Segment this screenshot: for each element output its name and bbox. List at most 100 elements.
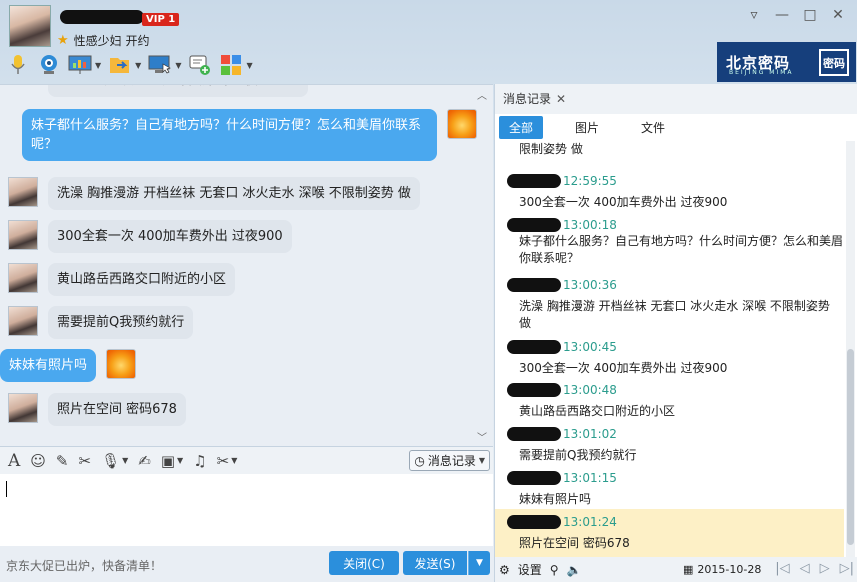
message-input[interactable] xyxy=(0,474,493,546)
magic-wand-icon[interactable]: ✎ xyxy=(56,452,69,470)
chevron-down-icon[interactable]: ▼ xyxy=(175,61,181,70)
self-avatar[interactable] xyxy=(106,349,137,379)
message-other: 照片在空间 密码678 xyxy=(8,393,186,426)
first-page-icon[interactable]: |◁ xyxy=(775,561,789,576)
chevron-down-icon: ▼ xyxy=(478,456,485,465)
message-history-button[interactable]: ◷ 消息记录 ▼ xyxy=(409,450,490,471)
edit-icon[interactable]: ✍ xyxy=(138,452,151,470)
text-cursor xyxy=(6,481,7,497)
font-icon[interactable]: A xyxy=(8,451,20,471)
contact-avatar-small[interactable] xyxy=(8,306,38,336)
message-bubble: 黄山路岳西路交口附近的小区 xyxy=(48,263,236,296)
chevron-down-icon[interactable]: ▼ xyxy=(246,61,252,70)
history-item: 13:00:45 300全套一次 400加车费外出 过夜900 xyxy=(495,338,844,377)
history-item: 13:00:18 妹子都什么服务？自己有地方吗？什么时间方便？怎么和美眉你联系呢… xyxy=(495,216,844,267)
send-file-button[interactable]: ▼ xyxy=(108,54,141,76)
history-item: 13:00:36 洗澡 胸推漫游 开档丝袜 无套口 冰火走水 深喉 不限制姿势 … xyxy=(495,276,844,332)
filter-images[interactable]: 图片 xyxy=(565,116,609,139)
maximize-button[interactable]: □ xyxy=(803,7,817,23)
date-picker[interactable]: ▦ 2015-10-28 xyxy=(683,563,761,576)
gear-icon[interactable]: ⚙ xyxy=(499,563,510,577)
apps-button[interactable]: ▼ xyxy=(219,54,253,76)
chat-toolbar: ▼ ▼ ▼ ▼ xyxy=(6,54,253,76)
send-options-button[interactable]: ▼ xyxy=(468,551,490,575)
minimize-button[interactable]: — xyxy=(775,7,789,23)
history-tabbar: 消息记录 ✕ xyxy=(495,84,857,114)
voice-call-button[interactable] xyxy=(6,54,30,76)
music-icon[interactable]: ♫ xyxy=(193,452,206,470)
sender-redacted xyxy=(507,470,561,485)
message-other: 洗澡 胸推漫游 开档丝袜 无套口 冰火走水 深喉 不限制姿势 做 xyxy=(8,177,420,210)
voice-message-icon[interactable]: 🎙 ▼ xyxy=(101,452,128,470)
create-discussion-button[interactable] xyxy=(188,54,212,76)
self-avatar[interactable] xyxy=(447,109,477,139)
video-call-button[interactable] xyxy=(37,54,61,76)
message-bubble: 洗澡 胸推漫游 开档丝袜 无套口 冰火走水 深喉 不限制姿势 做 xyxy=(48,177,420,210)
window-controls: ▿ — □ ✕ xyxy=(747,7,845,23)
webcam-icon xyxy=(37,54,61,76)
next-page-icon[interactable]: ▷ xyxy=(820,561,830,576)
history-footer: ⚙ 设置 ⚲ 🔈 ▦ 2015-10-28 |◁ ◁ ▷ ▷| xyxy=(495,557,857,582)
clock-icon: ◷ xyxy=(414,453,425,468)
contact-name-redacted xyxy=(60,10,144,24)
send-button[interactable]: 发送(S) xyxy=(403,551,467,575)
filter-files[interactable]: 文件 xyxy=(631,116,675,139)
apps-grid-icon xyxy=(219,54,243,76)
remote-desktop-icon xyxy=(148,54,172,76)
chat-header: VIP 1 ★ 性感少妇 开约 ▿ — □ ✕ ▼ ▼ ▼ ▼ 北京密码 BEI… xyxy=(0,0,857,84)
tab-message-history[interactable]: 消息记录 ✕ xyxy=(503,90,566,107)
contact-avatar[interactable] xyxy=(9,5,51,47)
chat-transcript[interactable]: 300全套一次 400加车费外出 过夜900 ︿ 妹子都什么服务？自己有地方吗？… xyxy=(0,84,493,446)
close-window-button[interactable]: ✕ xyxy=(831,7,845,23)
brand-logo: 北京密码 BEIJING MIMA 密码 xyxy=(717,42,856,82)
settings-label[interactable]: 设置 xyxy=(518,561,542,578)
history-item-selected: 13:01:24 照片在空间 密码678 xyxy=(495,509,844,557)
chat-footer: 京东大促已出炉，快备清单！ 关闭(C) 发送(S) ▼ xyxy=(0,546,493,582)
sender-redacted xyxy=(507,173,561,188)
vip-badge: VIP 1 xyxy=(142,13,180,26)
message-bubble: 照片在空间 密码678 xyxy=(48,393,186,426)
history-list[interactable]: 限制姿势 做 12:59:55 300全套一次 400加车费外出 过夜900 1… xyxy=(495,141,844,557)
message-other: 300全套一次 400加车费外出 过夜900 xyxy=(8,220,292,253)
skin-dropdown-button[interactable]: ▿ xyxy=(747,7,761,23)
search-icon[interactable]: ⚲ xyxy=(550,563,559,577)
input-toolbar: A ☺ ✎ ✂ 🎙 ▼ ✍ ▣ ▼ ♫ ✂ ▼ ◷ 消息记录 ▼ xyxy=(0,446,493,474)
screen-share-button[interactable]: ▼ xyxy=(68,54,101,76)
message-self: 妹子都什么服务？自己有地方吗？什么时间方便？怎么和美眉你联系呢？ xyxy=(22,109,477,161)
history-item: 12:59:55 300全套一次 400加车费外出 过夜900 xyxy=(495,172,844,211)
history-scrollbar[interactable] xyxy=(846,141,855,557)
chevron-down-icon[interactable]: ﹀ xyxy=(477,429,487,444)
prev-page-icon[interactable]: ◁ xyxy=(800,561,810,576)
chevron-down-icon[interactable]: ▼ xyxy=(95,61,101,70)
contact-avatar-small[interactable] xyxy=(8,177,38,207)
sender-redacted xyxy=(507,217,561,232)
microphone-icon xyxy=(6,54,30,76)
message-bubble-partial: 300全套一次 400加车费外出 过夜900 xyxy=(48,85,308,97)
scrollbar-thumb[interactable] xyxy=(847,349,854,545)
image-icon[interactable]: ▣ ▼ xyxy=(161,452,183,470)
status-text: 性感少妇 开约 xyxy=(73,34,150,48)
remote-desktop-button[interactable]: ▼ xyxy=(148,54,181,76)
history-item: 13:01:15 妹妹有照片吗 xyxy=(495,469,844,508)
chat-window: VIP 1 ★ 性感少妇 开约 ▿ — □ ✕ ▼ ▼ ▼ ▼ 北京密码 BEI… xyxy=(0,0,857,582)
emoji-icon[interactable]: ☺ xyxy=(30,452,46,470)
screenshot-icon[interactable]: ✂ xyxy=(79,452,92,470)
chevron-up-icon[interactable]: ︿ xyxy=(477,87,487,102)
sender-redacted xyxy=(507,339,561,354)
contact-avatar-small[interactable] xyxy=(8,263,38,293)
scissors-icon[interactable]: ✂ ▼ xyxy=(217,452,238,470)
contact-avatar-small[interactable] xyxy=(8,393,38,423)
close-icon[interactable]: ✕ xyxy=(556,92,566,106)
filter-all[interactable]: 全部 xyxy=(499,116,544,139)
message-other: 需要提前Q我预约就行 xyxy=(8,306,194,339)
close-button[interactable]: 关闭(C) xyxy=(329,551,399,575)
contact-status: ★ 性感少妇 开约 xyxy=(57,32,149,49)
speaker-icon[interactable]: 🔈 xyxy=(567,563,582,577)
ad-link[interactable]: 京东大促已出炉，快备清单！ xyxy=(6,557,162,574)
message-other: 黄山路岳西路交口附近的小区 xyxy=(8,263,236,296)
history-panel: 消息记录 ✕ 全部 图片 文件 限制姿势 做 12:59:55 300全套一次 … xyxy=(494,84,857,582)
last-page-icon[interactable]: ▷| xyxy=(840,561,854,576)
file-transfer-icon xyxy=(108,54,132,76)
contact-avatar-small[interactable] xyxy=(8,220,38,250)
chevron-down-icon[interactable]: ▼ xyxy=(135,61,141,70)
